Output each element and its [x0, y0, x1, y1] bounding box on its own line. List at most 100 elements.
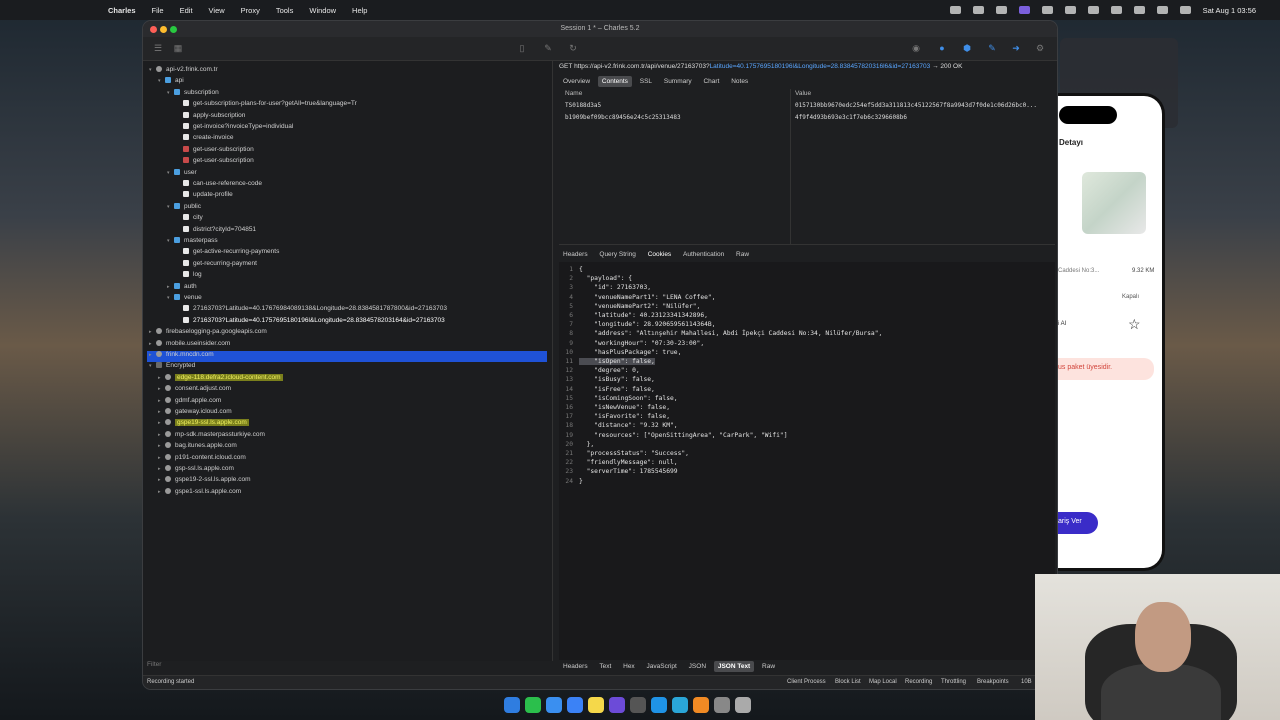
tree-leaf[interactable]: apply-subscription	[176, 110, 245, 121]
tree-node[interactable]: ▾ user	[167, 167, 197, 178]
favorite-star-icon[interactable]: ☆	[1128, 316, 1141, 333]
column-header-value[interactable]: Value	[795, 90, 811, 97]
menu-edit[interactable]: Edit	[180, 6, 193, 15]
tree-node[interactable]: ▸ auth	[167, 281, 197, 292]
tray-icon[interactable]	[995, 6, 1007, 14]
safari-icon[interactable]	[546, 697, 562, 713]
client-process-button[interactable]: Client Process	[787, 679, 826, 685]
tree-leaf[interactable]: log	[176, 269, 202, 280]
execute-icon[interactable]: ➜	[1011, 43, 1021, 53]
tools-icon[interactable]: ⚙	[1035, 43, 1045, 53]
tree-leaf[interactable]: update-profile	[176, 189, 233, 200]
screen-record-icon[interactable]	[1018, 6, 1030, 14]
tree-node[interactable]: ▾ subscription	[167, 87, 219, 98]
tray-icon[interactable]	[949, 6, 961, 14]
search-icon[interactable]	[1156, 6, 1168, 14]
tree-node[interactable]: ▸ mp-sdk.masterpassturkiye.com	[158, 429, 265, 440]
menu-file[interactable]: File	[152, 6, 164, 15]
tree-node[interactable]: ▾ venue	[167, 292, 202, 303]
tree-node[interactable]: ▸ gspe19-2-ssl.ls.apple.com	[158, 474, 251, 485]
tree-leaf[interactable]: get-recurring-payment	[176, 258, 257, 269]
tree-node[interactable]: ▸ p191-content.icloud.com	[158, 452, 246, 463]
tab-ssl[interactable]: SSL	[636, 76, 656, 87]
volume-icon[interactable]	[1064, 6, 1076, 14]
menu-view[interactable]: View	[209, 6, 225, 15]
column-header-name[interactable]: Name	[565, 90, 582, 97]
disclosure-chevron-icon[interactable]: ▸	[158, 418, 165, 429]
tree-leaf[interactable]: 27163703?Latitude=40.17676984089138&Long…	[176, 303, 447, 314]
tree-node[interactable]: ▸ bag.itunes.apple.com	[158, 440, 237, 451]
tree-leaf[interactable]: 27163703?Latitude=40.1757695180196l&Long…	[176, 315, 445, 326]
tab-hex[interactable]: Hex	[619, 661, 639, 672]
disclosure-chevron-icon[interactable]: ▾	[149, 65, 156, 76]
tab-headers[interactable]: Headers	[559, 661, 592, 672]
disclosure-chevron-icon[interactable]: ▸	[167, 282, 174, 293]
refresh-icon[interactable]: ↻	[568, 43, 578, 53]
compose-icon[interactable]: ✎	[987, 43, 997, 53]
tab-query-string[interactable]: Query String	[595, 249, 640, 260]
menu-proxy[interactable]: Proxy	[241, 6, 260, 15]
filter-label[interactable]: Filter	[147, 661, 161, 668]
tree-node[interactable]: ▸ gspe1-ssl.ls.apple.com	[158, 486, 241, 497]
wifi-icon[interactable]	[1133, 6, 1145, 14]
minimize-window-button[interactable]	[160, 26, 167, 33]
disclosure-chevron-icon[interactable]: ▸	[158, 384, 165, 395]
menu-window[interactable]: Window	[309, 6, 336, 15]
trash-icon[interactable]	[735, 697, 751, 713]
record-icon[interactable]: ●	[937, 43, 947, 53]
disclosure-chevron-icon[interactable]: ▸	[149, 327, 156, 338]
tree-node[interactable]: ▾ api	[158, 75, 184, 86]
finder-icon[interactable]	[504, 697, 520, 713]
throttling-button[interactable]: Throttling	[941, 679, 966, 685]
app-icon[interactable]	[630, 697, 646, 713]
disclosure-chevron-icon[interactable]: ▸	[158, 487, 165, 498]
menu-tools[interactable]: Tools	[276, 6, 294, 15]
tab-json[interactable]: JSON	[685, 661, 710, 672]
menu-help[interactable]: Help	[352, 6, 367, 15]
disclosure-chevron-icon[interactable]: ▸	[158, 373, 165, 384]
tree-node[interactable]: ▾ Encrypted	[149, 360, 195, 371]
tab-authentication[interactable]: Authentication	[679, 249, 728, 260]
disclosure-chevron-icon[interactable]: ▾	[149, 361, 156, 372]
disclosure-chevron-icon[interactable]: ▸	[158, 475, 165, 486]
tree-node[interactable]: ▸ gdmf.apple.com	[158, 395, 221, 406]
disclosure-chevron-icon[interactable]: ▾	[167, 236, 174, 247]
phone-order-button[interactable]: ariş Ver	[1056, 512, 1098, 534]
battery-icon[interactable]	[1087, 6, 1099, 14]
control-center-icon[interactable]	[1179, 6, 1191, 14]
disclosure-chevron-icon[interactable]: ▾	[167, 293, 174, 304]
downloads-icon[interactable]	[714, 697, 730, 713]
keyboard-layout-icon[interactable]	[1110, 6, 1122, 14]
messages-icon[interactable]	[525, 697, 541, 713]
tab-notes[interactable]: Notes	[727, 76, 752, 87]
tab-overview[interactable]: Overview	[559, 76, 594, 87]
disclosure-chevron-icon[interactable]: ▾	[167, 202, 174, 213]
close-window-button[interactable]	[150, 26, 157, 33]
tab-summary[interactable]: Summary	[660, 76, 696, 87]
tree-node[interactable]: ▾ public	[167, 201, 201, 212]
disclosure-chevron-icon[interactable]: ▾	[167, 168, 174, 179]
tray-icon[interactable]	[972, 6, 984, 14]
tree-node[interactable]: ▾ api-v2.frink.com.tr	[149, 64, 218, 75]
tree-node[interactable]: ▸ gateway.icloud.com	[158, 406, 232, 417]
disclosure-chevron-icon[interactable]: ▸	[149, 339, 156, 350]
disclosure-chevron-icon[interactable]: ▾	[167, 88, 174, 99]
disclosure-chevron-icon[interactable]: ▾	[158, 76, 165, 87]
json-response-view[interactable]: 1 {2 "payload": {3 "id": 27163703, 4 "venu…	[559, 262, 1055, 660]
disclosure-chevron-icon[interactable]: ▸	[158, 464, 165, 475]
tree-leaf[interactable]: get-user-subscription	[176, 144, 254, 155]
tree-node[interactable]: ▸ firebaselogging-pa.googleapis.com	[149, 326, 267, 337]
disclosure-chevron-icon[interactable]: ▸	[158, 441, 165, 452]
disclosure-chevron-icon[interactable]: ▸	[158, 430, 165, 441]
tab-headers[interactable]: Headers	[559, 249, 592, 260]
cookie-value[interactable]: 0157130bb9670edc254ef5dd3a311813c4512256…	[795, 102, 1037, 109]
disclosure-chevron-icon[interactable]: ▸	[158, 407, 165, 418]
menu-app-name[interactable]: Charles	[108, 6, 136, 15]
cookie-name[interactable]: TS0188d3a5	[565, 102, 601, 109]
breakpoints-icon[interactable]: ⬢	[962, 43, 972, 53]
app-icon[interactable]	[609, 697, 625, 713]
tray-icon[interactable]	[1041, 6, 1053, 14]
cookie-value[interactable]: 4f9f4d93b693e3c1f7eb6c3296608b6	[795, 114, 907, 121]
tree-leaf[interactable]: district?cityId=704851	[176, 224, 256, 235]
trash-icon[interactable]: ▯	[517, 43, 527, 53]
